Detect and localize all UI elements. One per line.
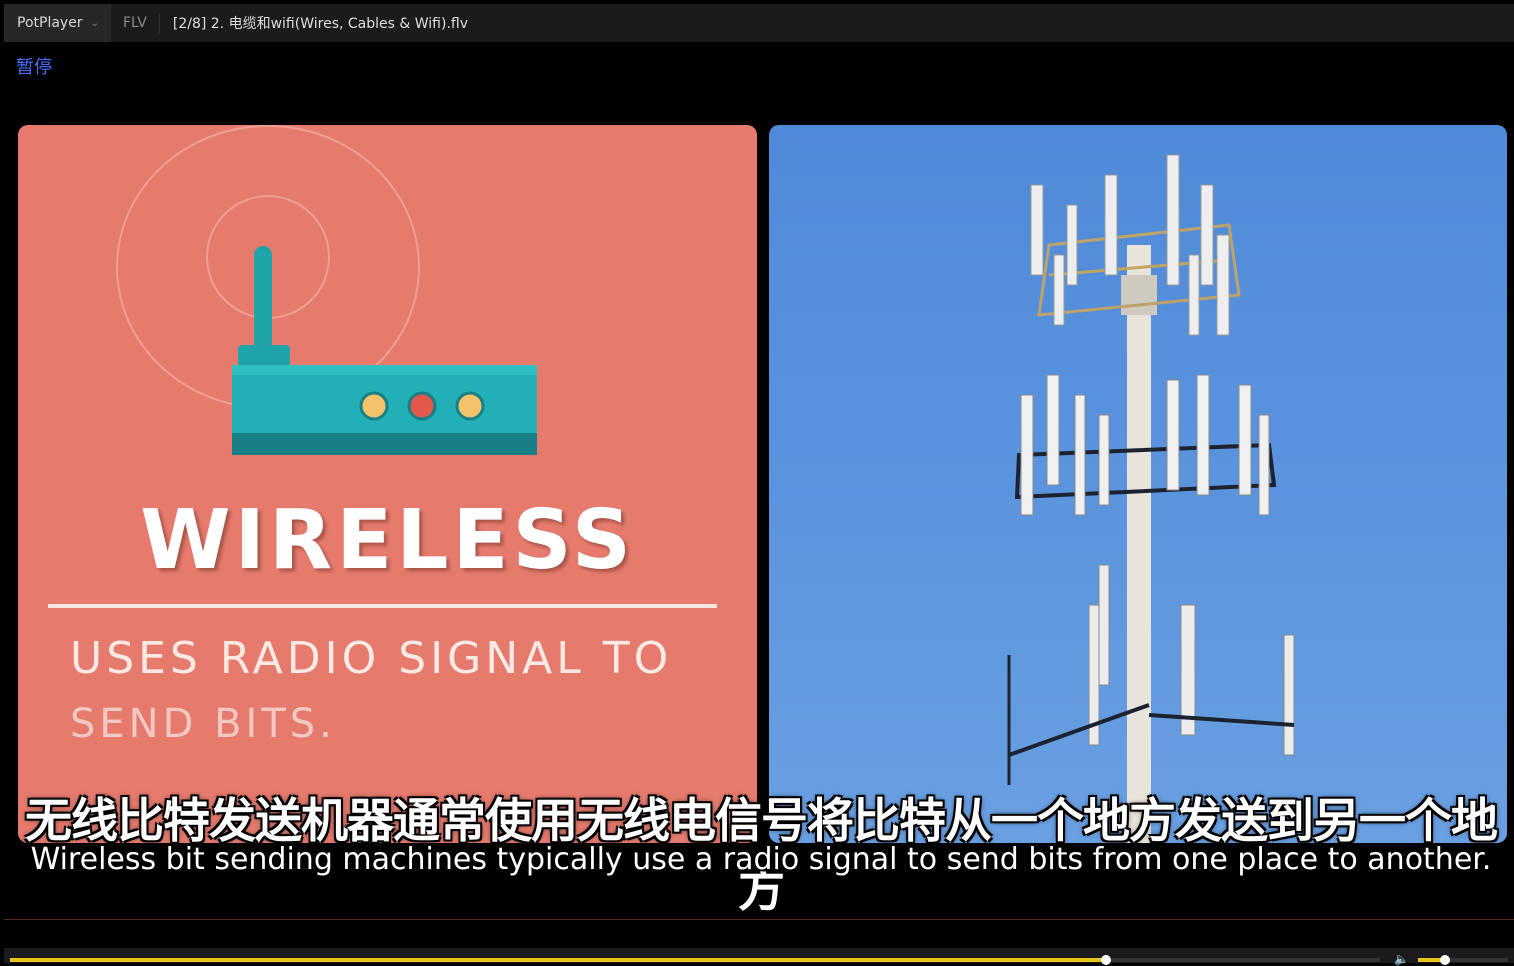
video-area[interactable]: WIRELESS USES RADIO SIGNAL TO SEND BITS.	[4, 85, 1514, 919]
seek-bar-handle[interactable]	[1101, 955, 1111, 965]
slide-divider	[48, 604, 717, 608]
app-menu-button[interactable]: PotPlayer ⌄	[4, 4, 111, 42]
title-bar: PotPlayer ⌄ FLV [2/8] 2. 电缆和wifi(Wires, …	[4, 4, 1514, 42]
osd-status: 暂停	[16, 57, 52, 78]
seek-bar[interactable]	[10, 955, 1380, 965]
tower-photo	[769, 125, 1507, 843]
app-name: PotPlayer	[17, 15, 83, 31]
volume-icon[interactable]: 🔈	[1394, 952, 1412, 966]
volume-slider-handle[interactable]	[1440, 955, 1450, 965]
file-title: [2/8] 2. 电缆和wifi(Wires, Cables & Wifi).f…	[172, 16, 469, 32]
separator	[4, 919, 1514, 920]
seek-bar-fill	[10, 958, 1106, 962]
format-label: FLV	[111, 13, 160, 33]
slide-line-1: USES RADIO SIGNAL TO	[70, 633, 673, 684]
slide-title: WIRELESS	[140, 493, 635, 588]
slide-line-2: SEND BITS.	[70, 701, 336, 747]
chevron-down-icon: ⌄	[90, 17, 99, 29]
volume-slider[interactable]	[1418, 955, 1508, 965]
cell-tower-image	[1007, 154, 1295, 843]
subtitle-en: Wireless bit sending machines typically …	[30, 842, 1492, 877]
slide-panel: WIRELESS USES RADIO SIGNAL TO SEND BITS.	[18, 125, 757, 843]
control-bar: 🔈	[4, 948, 1514, 966]
